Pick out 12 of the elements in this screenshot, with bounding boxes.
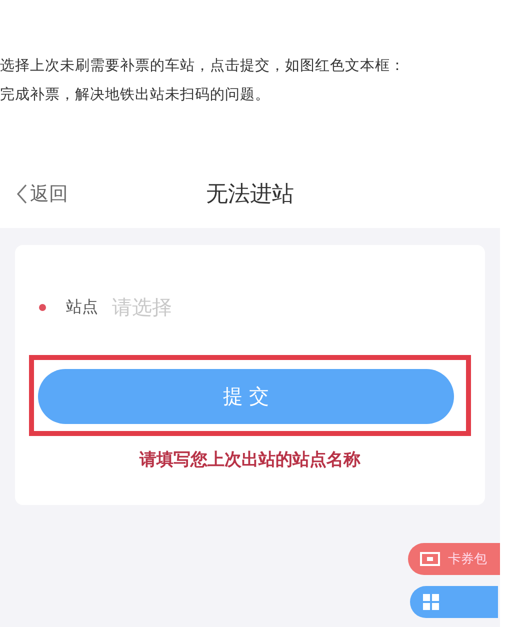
- submit-button[interactable]: 提 交: [38, 369, 454, 424]
- page-title: 无法进站: [206, 181, 294, 209]
- hint-text: 请填写您上次出站的站点名称: [140, 449, 360, 471]
- chevron-left-icon: [16, 183, 28, 205]
- grid-icon: [422, 593, 440, 611]
- field-label: 站点: [66, 296, 98, 318]
- article-text: 完成补票，解决地铁出站未扫码的问题。: [0, 86, 271, 105]
- coupon-button[interactable]: 卡券包: [408, 543, 500, 575]
- floating-button[interactable]: [410, 586, 498, 618]
- article-text: 选择上次未刷需要补票的车站，点击提交，如图红色文本框：: [0, 56, 406, 76]
- ticket-icon: [420, 552, 440, 566]
- back-button[interactable]: 返回: [0, 181, 68, 207]
